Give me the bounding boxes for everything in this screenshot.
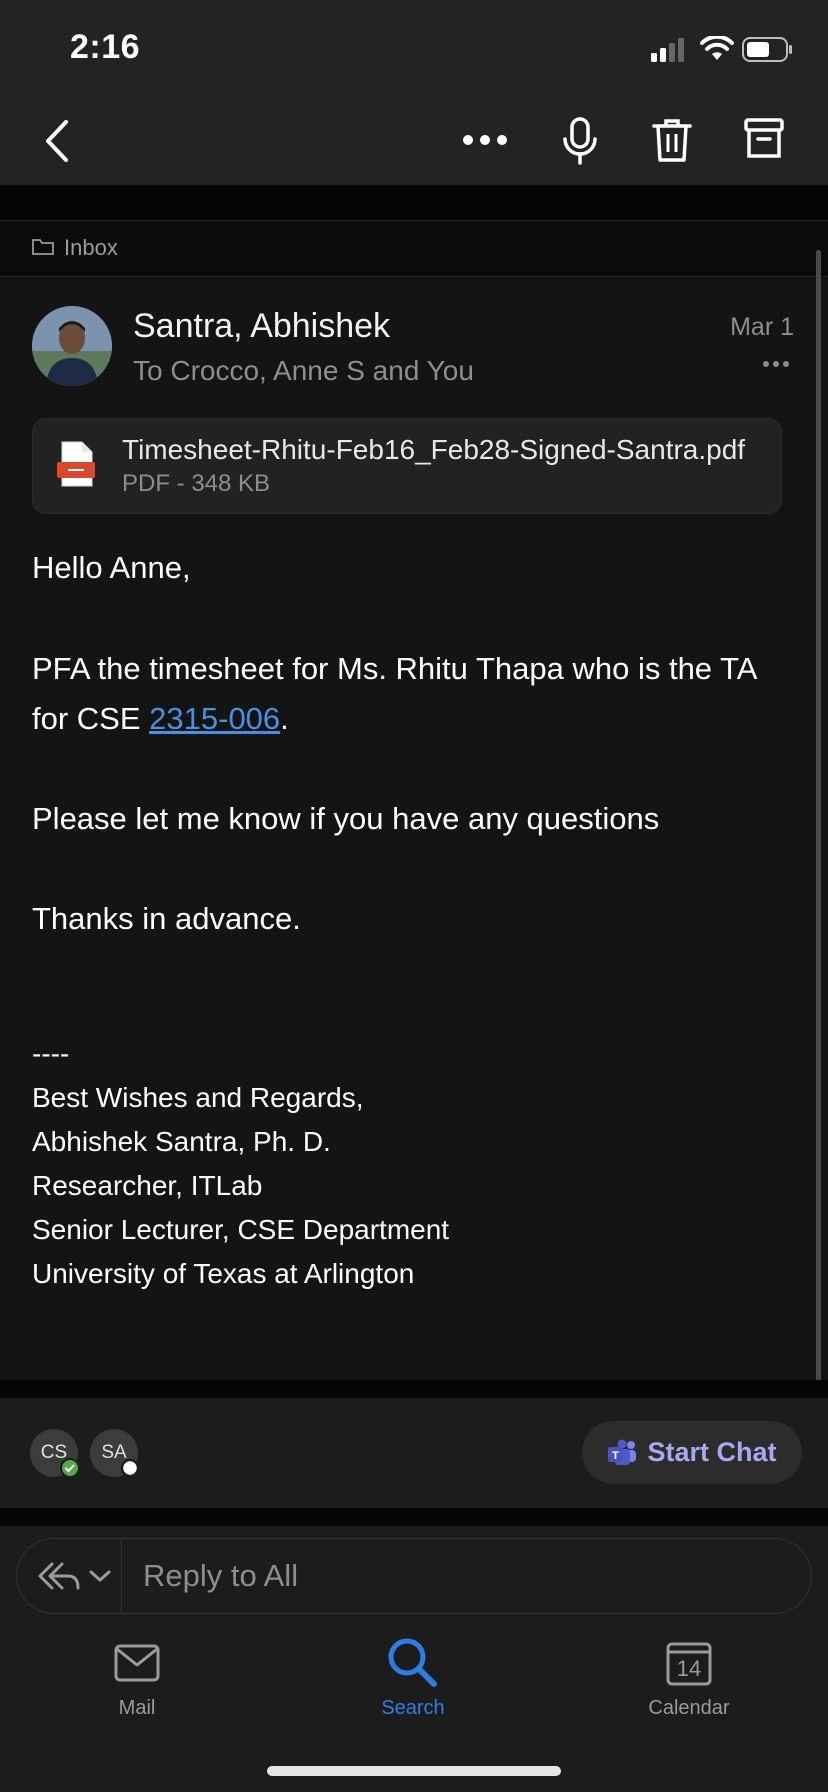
mail-icon[interactable] <box>114 1644 160 1682</box>
folder-icon <box>32 239 54 255</box>
body-paragraph-1-line-2: for CSE 2315-006. <box>32 694 289 744</box>
reply-field[interactable] <box>16 1538 812 1614</box>
attachment-meta: PDF - 348 KB <box>122 470 271 497</box>
calendar-day-number: 14 <box>676 1656 702 1681</box>
separator <box>0 185 828 220</box>
signature-line-2: Abhishek Santra, Ph. D. <box>32 1126 331 1157</box>
sender-name[interactable]: Santra, Abhishek <box>133 307 390 346</box>
wifi-icon <box>700 36 734 60</box>
folder-bar[interactable] <box>0 220 828 277</box>
separator <box>0 1508 828 1526</box>
message-more-icon[interactable] <box>762 360 790 368</box>
email-date: Mar 1 <box>730 313 794 341</box>
status-time: 2:16 <box>70 28 141 66</box>
microphone-icon[interactable] <box>560 117 600 165</box>
person-photo-icon <box>32 306 112 386</box>
folder-label[interactable]: Inbox <box>64 235 118 261</box>
search-icon[interactable] <box>386 1636 438 1688</box>
body-text-suffix: . <box>280 701 289 736</box>
nav-calendar-label[interactable]: Calendar <box>609 1697 769 1720</box>
greeting: Hello Anne, <box>32 550 191 585</box>
more-options-icon[interactable] <box>462 130 508 150</box>
signature-separator: ---- <box>32 1038 70 1069</box>
reply-placeholder[interactable]: Reply to All <box>143 1558 298 1594</box>
nav-mail-label[interactable]: Mail <box>57 1697 217 1720</box>
signature-line-3: Researcher, ITLab <box>32 1170 263 1201</box>
attachment-card[interactable] <box>32 418 782 514</box>
reply-divider <box>121 1539 122 1613</box>
nav-search-label[interactable]: Search <box>333 1697 493 1720</box>
body-text-prefix: for CSE <box>32 701 150 736</box>
body-paragraph-3: Thanks in advance. <box>32 901 301 936</box>
available-status-icon <box>60 1458 80 1478</box>
start-chat-label: Start Chat <box>647 1437 777 1467</box>
signature-line-4: Senior Lecturer, CSE Department <box>32 1214 450 1245</box>
separator <box>0 1380 828 1398</box>
cellular-signal-icon <box>651 38 684 62</box>
start-chat-button[interactable]: T Start Chat <box>582 1421 802 1484</box>
signature-line-1: Best Wishes and Regards, <box>32 1082 364 1113</box>
attachment-name[interactable]: Timesheet-Rhitu-Feb16_Feb28-Signed-Santr… <box>122 434 762 466</box>
recipients-line[interactable]: To Crocco, Anne S and You <box>133 355 474 387</box>
offline-status-icon <box>120 1458 140 1478</box>
back-chevron-icon[interactable] <box>42 118 72 164</box>
archive-icon[interactable] <box>744 118 784 160</box>
battery-icon <box>742 37 792 62</box>
svg-text:T: T <box>613 1450 620 1462</box>
sender-avatar[interactable] <box>32 306 112 386</box>
trash-icon[interactable] <box>652 117 692 163</box>
scrollbar[interactable] <box>816 250 821 1520</box>
home-indicator[interactable] <box>267 1766 561 1776</box>
reply-all-icon[interactable] <box>36 1560 82 1592</box>
chevron-down-icon[interactable] <box>88 1568 112 1584</box>
body-paragraph-2: Please let me know if you have any quest… <box>32 801 660 836</box>
teams-icon: T <box>608 1439 637 1465</box>
signature-line-5: University of Texas at Arlington <box>32 1258 415 1289</box>
body-paragraph-1-line-1: PFA the timesheet for Ms. Rhitu Thapa wh… <box>32 651 758 686</box>
pdf-file-icon <box>57 441 95 487</box>
course-link[interactable]: 2315-006 <box>149 701 280 736</box>
